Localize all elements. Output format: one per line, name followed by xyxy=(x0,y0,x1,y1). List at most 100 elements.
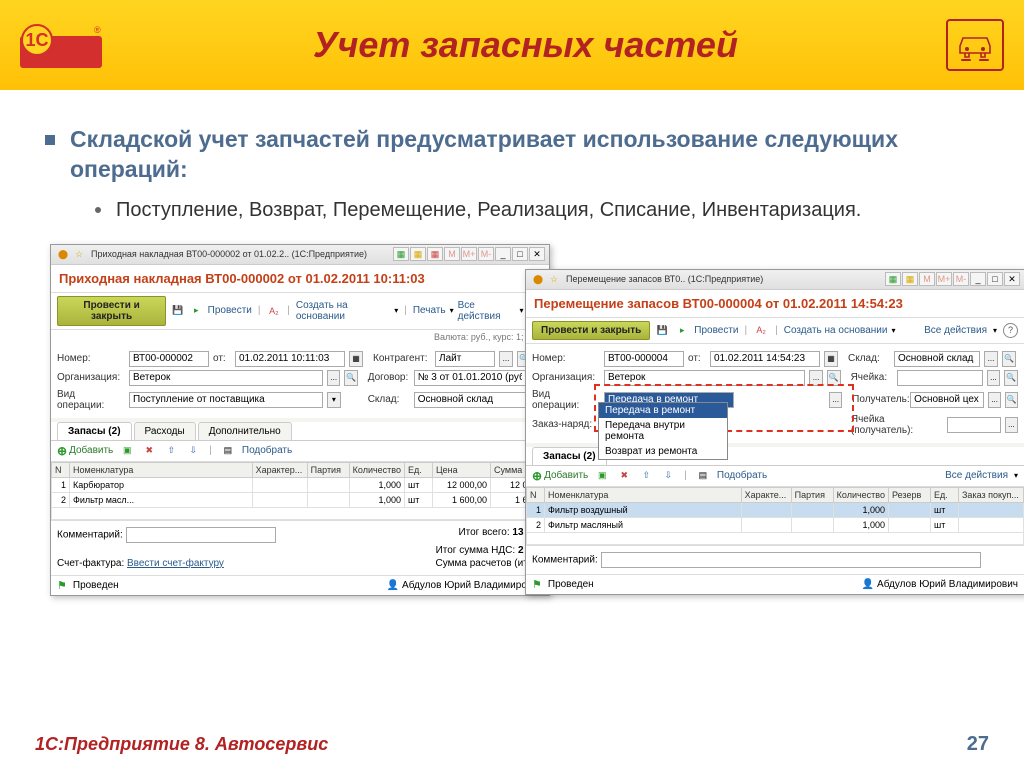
create-based-link[interactable]: Создать на основании xyxy=(296,300,390,322)
contragent-field[interactable] xyxy=(435,351,495,367)
save-icon[interactable]: 💾 xyxy=(655,323,669,337)
tb-icon[interactable]: ▦ xyxy=(427,247,443,261)
up-icon[interactable]: ⇧ xyxy=(639,469,653,483)
table-row[interactable]: 1Карбюратор1,000шт12 000,0012 000,0 xyxy=(52,477,549,492)
close-icon[interactable]: ✕ xyxy=(529,247,545,261)
tb-mplus[interactable]: M+ xyxy=(461,247,477,261)
titlebar[interactable]: ⬤ ☆ Перемещение запасов ВТ0.. (1С:Предпр… xyxy=(526,270,1024,290)
table-row[interactable] xyxy=(527,532,1024,544)
tb-mminus[interactable]: M- xyxy=(478,247,494,261)
az-icon[interactable]: A₂ xyxy=(754,323,768,337)
tb-icon[interactable]: ▦ xyxy=(885,272,901,286)
dropdown-icon[interactable]: ▾ xyxy=(327,392,340,408)
warehouse-field[interactable] xyxy=(894,351,980,367)
process-link[interactable]: Провести xyxy=(208,305,252,316)
tb-m[interactable]: M xyxy=(919,272,935,286)
tab-expenses[interactable]: Расходы xyxy=(134,422,196,440)
down-icon[interactable]: ⇩ xyxy=(186,444,200,458)
save-icon[interactable]: 💾 xyxy=(171,304,184,318)
tb-mminus[interactable]: M- xyxy=(953,272,969,286)
select-icon[interactable]: ... xyxy=(987,370,1001,386)
dropdown-option[interactable]: Передача в ремонт xyxy=(599,403,727,418)
print-link[interactable]: Печать xyxy=(413,305,446,316)
table-row[interactable]: 1Фильтр воздушный1,000шт xyxy=(527,502,1024,517)
select-icon[interactable]: ... xyxy=(988,392,1001,408)
table-row[interactable] xyxy=(52,507,549,519)
search-icon[interactable]: 🔍 xyxy=(344,370,357,386)
select-icon[interactable]: ... xyxy=(499,351,513,367)
copy-icon[interactable]: ▣ xyxy=(120,444,134,458)
tb-icon[interactable]: ▦ xyxy=(393,247,409,261)
select-link[interactable]: Подобрать xyxy=(242,445,292,456)
org-field[interactable] xyxy=(129,370,323,386)
cell-field[interactable] xyxy=(897,370,983,386)
star-icon[interactable]: ☆ xyxy=(547,272,561,286)
dropdown-icon[interactable]: ... xyxy=(829,392,842,408)
number-field[interactable] xyxy=(604,351,684,367)
tab-stocks[interactable]: Запасы (2) xyxy=(57,422,132,440)
list-icon[interactable]: ▤ xyxy=(221,444,235,458)
process-icon[interactable]: ▸ xyxy=(190,304,203,318)
tb-mplus[interactable]: M+ xyxy=(936,272,952,286)
contract-field[interactable] xyxy=(414,370,526,386)
warehouse-field[interactable] xyxy=(414,392,526,408)
add-button[interactable]: ⊕Добавить xyxy=(57,444,113,458)
search-icon[interactable]: 🔍 xyxy=(1002,351,1016,367)
comment-field[interactable] xyxy=(601,552,981,568)
delete-icon[interactable]: ✖ xyxy=(617,469,631,483)
search-icon[interactable]: 🔍 xyxy=(1004,370,1018,386)
receiver-field[interactable] xyxy=(910,392,984,408)
items-table[interactable]: N Номенклатура Характе... Партия Количес… xyxy=(526,487,1024,545)
date-field[interactable] xyxy=(710,351,820,367)
all-actions-link[interactable]: Все действия xyxy=(458,300,514,322)
maximize-icon[interactable]: □ xyxy=(512,247,528,261)
process-close-button[interactable]: Провести и закрыть xyxy=(532,321,650,340)
minimize-icon[interactable]: _ xyxy=(495,247,511,261)
process-close-button[interactable]: Провести и закрыть xyxy=(57,296,166,326)
up-icon[interactable]: ⇧ xyxy=(164,444,178,458)
operation-dropdown[interactable]: Передача в ремонт Передача внутри ремонт… xyxy=(598,402,728,460)
all-actions-link[interactable]: Все действия xyxy=(945,470,1008,481)
create-based-link[interactable]: Создать на основании xyxy=(784,325,888,336)
dropdown-option[interactable]: Передача внутри ремонта xyxy=(599,418,727,444)
titlebar[interactable]: ⬤ ☆ Приходная накладная ВТ00-000002 от 0… xyxy=(51,245,549,265)
tb-m[interactable]: M xyxy=(444,247,460,261)
select-icon[interactable]: ... xyxy=(984,351,998,367)
search-icon[interactable]: 🔍 xyxy=(1005,392,1018,408)
star-icon[interactable]: ☆ xyxy=(72,247,86,261)
copy-icon[interactable]: ▣ xyxy=(595,469,609,483)
delete-icon[interactable]: ✖ xyxy=(142,444,156,458)
tab-stocks[interactable]: Запасы (2) xyxy=(532,447,607,465)
all-actions-link[interactable]: Все действия xyxy=(924,325,987,336)
list-icon[interactable]: ▤ xyxy=(696,469,710,483)
org-field[interactable] xyxy=(604,370,805,386)
select-icon[interactable]: ... xyxy=(1005,417,1018,433)
date-field[interactable] xyxy=(235,351,345,367)
invoice-link[interactable]: Ввести счет-фактуру xyxy=(127,558,224,569)
select-link[interactable]: Подобрать xyxy=(717,470,767,481)
items-table[interactable]: N Номенклатура Характер... Партия Количе… xyxy=(51,462,549,520)
help-icon[interactable]: ? xyxy=(1003,323,1018,338)
comment-field[interactable] xyxy=(126,527,276,543)
tb-icon[interactable]: ▦ xyxy=(902,272,918,286)
close-icon[interactable]: ✕ xyxy=(1004,272,1020,286)
add-button[interactable]: ⊕Добавить xyxy=(532,469,588,483)
search-icon[interactable]: 🔍 xyxy=(827,370,841,386)
calendar-icon[interactable]: ▦ xyxy=(349,351,363,367)
table-row[interactable]: 2Фильтр масляный1,000шт xyxy=(527,517,1024,532)
table-row[interactable]: 2Фильтр масл...1,000шт1 600,001 600,0 xyxy=(52,492,549,507)
dropdown-option[interactable]: Возврат из ремонта xyxy=(599,444,727,459)
calendar-icon[interactable]: ▦ xyxy=(824,351,838,367)
process-icon[interactable]: ▸ xyxy=(675,323,689,337)
down-icon[interactable]: ⇩ xyxy=(661,469,675,483)
select-icon[interactable]: ... xyxy=(809,370,823,386)
minimize-icon[interactable]: _ xyxy=(970,272,986,286)
tb-icon[interactable]: ▦ xyxy=(410,247,426,261)
operation-field[interactable] xyxy=(129,392,323,408)
number-field[interactable] xyxy=(129,351,209,367)
az-icon[interactable]: A₂ xyxy=(268,304,281,318)
process-link[interactable]: Провести xyxy=(694,325,738,336)
tab-extra[interactable]: Дополнительно xyxy=(198,422,292,440)
cell2-field[interactable] xyxy=(947,417,1001,433)
maximize-icon[interactable]: □ xyxy=(987,272,1003,286)
